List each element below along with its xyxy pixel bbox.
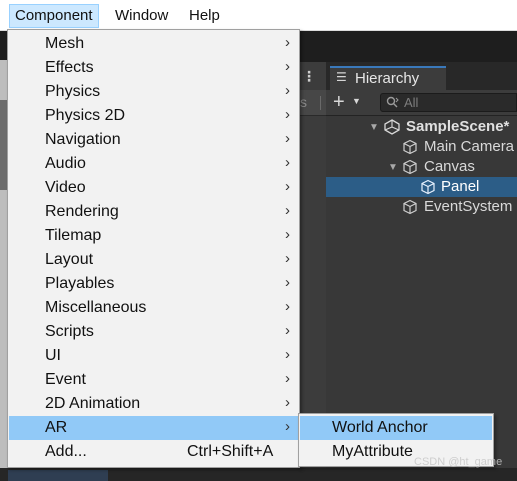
menu-item-label: Effects [45,59,94,76]
menu-item-layout[interactable]: Layout › [9,248,298,272]
menu-item-label: Miscellaneous [45,299,147,316]
menu-item-label: Playables [45,275,115,292]
status-bar-accent [8,470,108,481]
tree-label-scene: SampleScene* [406,118,510,135]
tree-row-event-system[interactable]: EventSystem [326,197,517,217]
toolbar-divider [320,96,321,110]
tree-row-panel[interactable]: Panel [326,177,517,197]
menu-item-miscellaneous[interactable]: Miscellaneous › [9,296,298,320]
menu-item-rendering[interactable]: Rendering › [9,200,298,224]
menu-item-ui[interactable]: UI › [9,344,298,368]
menu-item-scripts[interactable]: Scripts › [9,320,298,344]
list-icon: ☰ [336,70,347,84]
chevron-right-icon: › [285,418,290,435]
hierarchy-tab-label: Hierarchy [355,70,420,87]
menu-item-label: Audio [45,155,86,172]
submenu-item-label: MyAttribute [332,443,413,460]
menu-item-label: Navigation [45,131,121,148]
menu-item-physics[interactable]: Physics › [9,80,298,104]
add-object-button[interactable]: + [333,91,345,113]
menu-item-add[interactable]: Add... Ctrl+Shift+A [9,440,298,464]
menu-item-video[interactable]: Video › [9,176,298,200]
chevron-right-icon: › [285,298,290,315]
menu-bar: Component Window Help [0,0,517,31]
menu-item-audio[interactable]: Audio › [9,152,298,176]
chevron-right-icon: › [285,322,290,339]
search-placeholder: All [404,95,419,110]
menu-window[interactable]: Window [110,4,173,28]
chevron-right-icon: › [285,370,290,387]
chevron-right-icon: › [285,394,290,411]
tree-label-event-system: EventSystem [424,198,513,215]
chevron-right-icon: › [285,346,290,363]
menu-shortcut: Ctrl+Shift+A [187,443,274,460]
menu-item-label: Physics 2D [45,107,126,124]
menu-item-label: UI [45,347,61,364]
chevron-right-icon: › [285,106,290,123]
cube-icon [421,179,435,195]
chevron-right-icon: › [285,178,290,195]
cube-icon [403,199,417,215]
panel-menu-icon[interactable]: ⋮ [302,68,316,85]
scene-view-edge [300,62,326,472]
expand-arrow-icon[interactable]: ▼ [388,162,398,173]
cube-icon [403,159,417,175]
tree-label-canvas: Canvas [424,158,475,175]
menu-item-navigation[interactable]: Navigation › [9,128,298,152]
menu-item-label: Rendering [45,203,119,220]
menu-item-label: Physics [45,83,101,100]
menu-item-ar[interactable]: AR › [9,416,298,440]
menu-item-playables[interactable]: Playables › [9,272,298,296]
menu-item-tilemap[interactable]: Tilemap › [9,224,298,248]
menu-item-label: Layout [45,251,94,268]
menu-item-label: AR [45,419,68,436]
menu-item-label: Scripts [45,323,94,340]
menu-item-label: Add... [45,443,87,460]
menu-item-event[interactable]: Event › [9,368,298,392]
tree-label-main-camera: Main Camera [424,138,515,155]
cube-icon [403,139,417,155]
tree-row-main-camera[interactable]: Main Camera [326,137,517,157]
chevron-right-icon: › [285,202,290,219]
watermark: CSDN @ht_game [414,456,503,468]
menu-item-effects[interactable]: Effects › [9,56,298,80]
menu-item-label: 2D Animation [45,395,141,412]
menu-item-2d-animation[interactable]: 2D Animation › [9,392,298,416]
expand-arrow-icon[interactable]: ▼ [369,122,379,133]
chevron-right-icon: › [285,130,290,147]
scene-toolbar-partial-text: s [300,94,307,110]
tree-row-scene[interactable]: ▼ SampleScene* [326,117,517,137]
menu-help[interactable]: Help [184,4,225,28]
search-icon [386,96,400,111]
menu-item-physics-2d[interactable]: Physics 2D › [9,104,298,128]
chevron-right-icon: › [285,226,290,243]
chevron-right-icon: › [285,274,290,291]
menu-item-label: Tilemap [45,227,102,244]
component-dropdown-menu: Mesh › Effects › Physics › Physics 2D › Navi… [7,29,300,468]
submenu-item-world-anchor[interactable]: World Anchor [300,416,492,440]
submenu-item-label: World Anchor [332,419,428,436]
tree-row-canvas[interactable]: ▼ Canvas [326,157,517,177]
chevron-right-icon: › [285,82,290,99]
tree-label-panel: Panel [441,178,480,195]
chevron-right-icon: › [285,154,290,171]
menu-item-label: Video [45,179,86,196]
menu-item-label: Event [45,371,86,388]
hierarchy-search-input[interactable] [380,93,517,112]
chevron-right-icon: › [285,58,290,75]
menu-item-mesh[interactable]: Mesh › [9,32,298,56]
chevron-down-icon[interactable]: ▼ [352,96,361,106]
chevron-right-icon: › [285,250,290,267]
unity-scene-icon [384,119,400,135]
menu-component[interactable]: Component [9,4,99,28]
menu-item-label: Mesh [45,35,85,52]
chevron-right-icon: › [285,34,290,51]
